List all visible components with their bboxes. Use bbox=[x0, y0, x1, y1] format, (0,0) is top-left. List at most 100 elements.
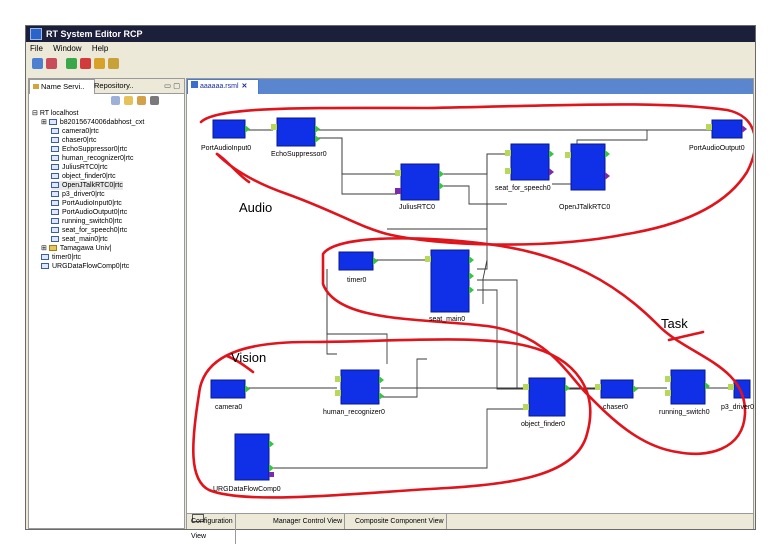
tree-item[interactable]: timer0|rtc bbox=[41, 253, 81, 262]
tree-item-label: URGDataFlowComp0|rtc bbox=[52, 263, 130, 270]
main-toolbar bbox=[26, 55, 755, 73]
app-icon bbox=[30, 28, 42, 40]
tree-item[interactable]: ⊞ b82015674006dabhost_cxt bbox=[41, 118, 144, 127]
component-seat-main[interactable] bbox=[425, 249, 474, 313]
tree-item-label: EchoSuppressor0|rtc bbox=[62, 146, 128, 153]
tab-configuration-view-label: Configuration View bbox=[189, 514, 236, 544]
panel-controls[interactable]: ▭ ▢ bbox=[161, 79, 185, 93]
tree-item[interactable]: running_switch0|rtc bbox=[51, 217, 122, 226]
component-echo-suppressor[interactable] bbox=[271, 117, 320, 147]
bottom-view-tabs: Configuration View Manager Control View … bbox=[187, 513, 753, 544]
rtc-icon bbox=[51, 164, 59, 171]
tree-item[interactable]: URGDataFlowComp0|rtc bbox=[41, 262, 129, 271]
name-service-panel: Name Servi.. Repository.. ▭ ▢ ⊟ RT local… bbox=[28, 78, 185, 529]
tree-item-label: Tamagawa Univ| bbox=[59, 245, 112, 252]
deactivate-icon[interactable] bbox=[80, 58, 91, 69]
diagram-canvas[interactable]: PortAudioInput0 EchoSuppressor0 PortAudi… bbox=[187, 94, 755, 512]
component-human-recognizer[interactable] bbox=[335, 369, 384, 405]
audio-pointer bbox=[215, 152, 251, 184]
tree-item[interactable]: ⊞ Tamagawa Univ| bbox=[41, 244, 111, 253]
tree-item[interactable]: object_finder0|rtc bbox=[51, 172, 116, 181]
left-panel-tabs: Name Servi.. Repository.. ▭ ▢ bbox=[29, 79, 184, 94]
settings-icon[interactable] bbox=[108, 58, 119, 69]
tab-name-service[interactable]: Name Servi.. bbox=[29, 79, 95, 94]
disconnect-icon[interactable] bbox=[46, 58, 57, 69]
filter-icon[interactable] bbox=[150, 96, 159, 105]
tab-system-diagram[interactable]: aaaaaa.rsml ✕ bbox=[187, 79, 259, 94]
component-portaudio-input[interactable] bbox=[212, 119, 250, 139]
component-chaser[interactable] bbox=[595, 379, 638, 399]
tree-item-label: RT localhost bbox=[39, 110, 79, 117]
rtc-icon bbox=[51, 236, 59, 243]
annotation-marks bbox=[192, 103, 753, 499]
tree-item[interactable]: EchoSuppressor0|rtc bbox=[51, 145, 127, 154]
tree-item-label: running_switch0|rtc bbox=[62, 218, 123, 225]
tree-item-label: OpenJTalkRTC0|rtc bbox=[62, 182, 123, 189]
refresh-icon[interactable] bbox=[111, 96, 120, 105]
component-seat-for-speech[interactable] bbox=[505, 143, 554, 181]
label-seat-main: seat_main0 bbox=[429, 316, 466, 323]
tree-item-label: JuliusRTC0|rtc bbox=[62, 164, 108, 171]
menu-window[interactable]: Window bbox=[53, 44, 81, 53]
menu-file[interactable]: File bbox=[30, 44, 43, 53]
rtc-icon bbox=[51, 128, 59, 135]
component-running-switch[interactable] bbox=[665, 369, 710, 405]
editor-tab-bar: aaaaaa.rsml ✕ bbox=[187, 79, 753, 94]
component-urg[interactable] bbox=[234, 433, 274, 481]
connect-icon[interactable] bbox=[32, 58, 43, 69]
tree-item[interactable]: p3_driver0|rtc bbox=[51, 190, 105, 199]
rtc-icon bbox=[51, 200, 59, 207]
label-camera: camera0 bbox=[215, 404, 243, 411]
label-chaser: chaser0 bbox=[603, 404, 628, 411]
rtc-icon bbox=[51, 191, 59, 198]
rtc-icon bbox=[51, 155, 59, 162]
annotation-audio: Audio bbox=[239, 200, 273, 215]
label-running-switch: running_switch0 bbox=[659, 409, 710, 416]
activate-icon[interactable] bbox=[66, 58, 77, 69]
component-openjtalk[interactable] bbox=[565, 143, 610, 191]
tree-item-label: camera0|rtc bbox=[62, 128, 99, 135]
tab-repository[interactable]: Repository.. bbox=[91, 79, 149, 93]
tab-composite-component-view[interactable]: Composite Component View bbox=[353, 514, 447, 529]
rtc-icon bbox=[51, 227, 59, 234]
tree-item[interactable]: seat_for_speech0|rtc bbox=[51, 226, 127, 235]
component-timer[interactable] bbox=[338, 251, 378, 271]
rt-system-editor-window: RT System Editor RCP File Window Help Na… bbox=[25, 25, 756, 544]
rtc-icon bbox=[51, 218, 59, 225]
tree-item[interactable]: human_recognizer0|rtc bbox=[51, 154, 133, 163]
tree-item[interactable]: JuliusRTC0|rtc bbox=[51, 163, 108, 172]
component-camera[interactable] bbox=[210, 379, 250, 399]
tree-item-label: seat_main0|rtc bbox=[62, 236, 108, 243]
label-seat-for-speech: seat_for_speech0 bbox=[495, 185, 551, 192]
rtc-icon bbox=[51, 182, 59, 189]
component-julius[interactable] bbox=[395, 163, 444, 201]
label-p3-driver: p3_driver0 bbox=[721, 404, 755, 411]
rtc-icon bbox=[51, 209, 59, 216]
tree-item-selected[interactable]: OpenJTalkRTC0|rtc bbox=[51, 181, 123, 190]
reset-icon[interactable] bbox=[94, 58, 105, 69]
tree-item[interactable]: PortAudioOutput0|rtc bbox=[51, 208, 127, 217]
component-object-finder[interactable] bbox=[523, 377, 570, 417]
rtc-icon bbox=[41, 254, 49, 261]
label-urg: URGDataFlowComp0 bbox=[213, 486, 281, 493]
label-human-recognizer: human_recognizer0 bbox=[323, 409, 385, 416]
folder-icon bbox=[33, 84, 39, 89]
tree-item[interactable]: camera0|rtc bbox=[51, 127, 99, 136]
tree-item[interactable]: seat_main0|rtc bbox=[51, 235, 108, 244]
tree-item[interactable]: chaser0|rtc bbox=[51, 136, 97, 145]
edit-icon[interactable] bbox=[137, 96, 146, 105]
connector-lines bbox=[247, 129, 737, 469]
label-portaudio-input: PortAudioInput0 bbox=[201, 145, 252, 152]
tree-item[interactable]: PortAudioInput0|rtc bbox=[51, 199, 122, 208]
component-portaudio-output[interactable] bbox=[706, 119, 747, 139]
label-timer: timer0 bbox=[347, 277, 367, 284]
add-icon[interactable] bbox=[124, 96, 133, 105]
tab-manager-control-view[interactable]: Manager Control View bbox=[271, 514, 346, 529]
tree-item[interactable]: ⊟ RT localhost bbox=[32, 109, 78, 118]
label-julius: JuliusRTC0 bbox=[399, 204, 436, 211]
label-echo-suppressor: EchoSuppressor0 bbox=[271, 151, 327, 158]
menu-help[interactable]: Help bbox=[92, 44, 108, 53]
window-title: RT System Editor RCP bbox=[46, 29, 143, 39]
close-icon[interactable]: ✕ bbox=[242, 83, 248, 90]
annotation-vision: Vision bbox=[231, 350, 267, 365]
